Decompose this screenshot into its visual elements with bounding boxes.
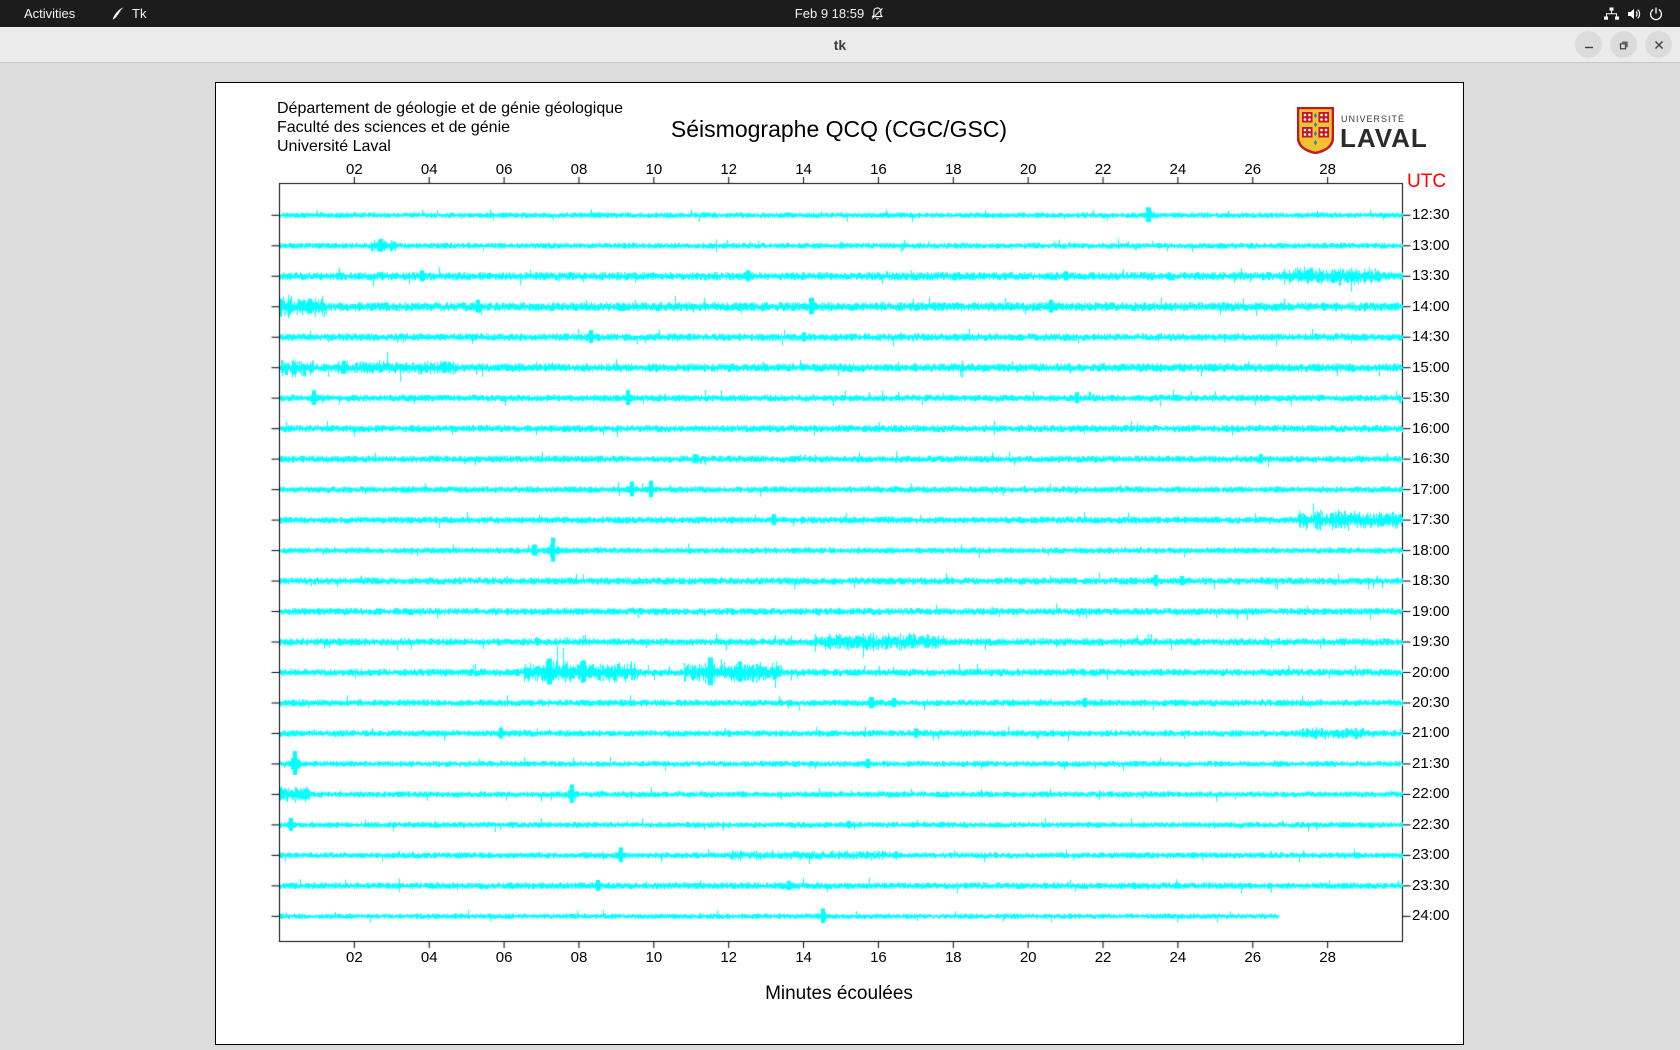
seismograph-canvas-frame: Département de géologie et de génie géol… (215, 82, 1464, 1045)
power-icon (1648, 6, 1664, 22)
window-title: tk (833, 36, 847, 53)
maximize-button[interactable] (1610, 31, 1637, 58)
window-titlebar[interactable]: tk (0, 27, 1680, 63)
gnome-top-bar: Activities Tk Feb 9 18:59 (0, 0, 1680, 27)
minimize-button[interactable] (1575, 31, 1602, 58)
close-button[interactable] (1645, 31, 1672, 58)
volume-icon (1626, 6, 1642, 22)
clock-menu[interactable]: Feb 9 18:59 (795, 0, 885, 27)
seismogram-plot (216, 83, 1463, 1044)
tk-feather-icon (110, 6, 126, 22)
activities-button[interactable]: Activities (24, 0, 75, 27)
clock-label: Feb 9 18:59 (794, 6, 865, 21)
focused-app-label: Tk (132, 6, 147, 21)
network-icon (1603, 6, 1620, 22)
notifications-muted-icon (870, 6, 885, 21)
focused-app-menu[interactable]: Tk (110, 0, 146, 27)
activities-label: Activities (24, 6, 76, 21)
system-status-area[interactable] (1603, 0, 1664, 27)
x-axis-title: Minutes écoulées (765, 983, 913, 1004)
